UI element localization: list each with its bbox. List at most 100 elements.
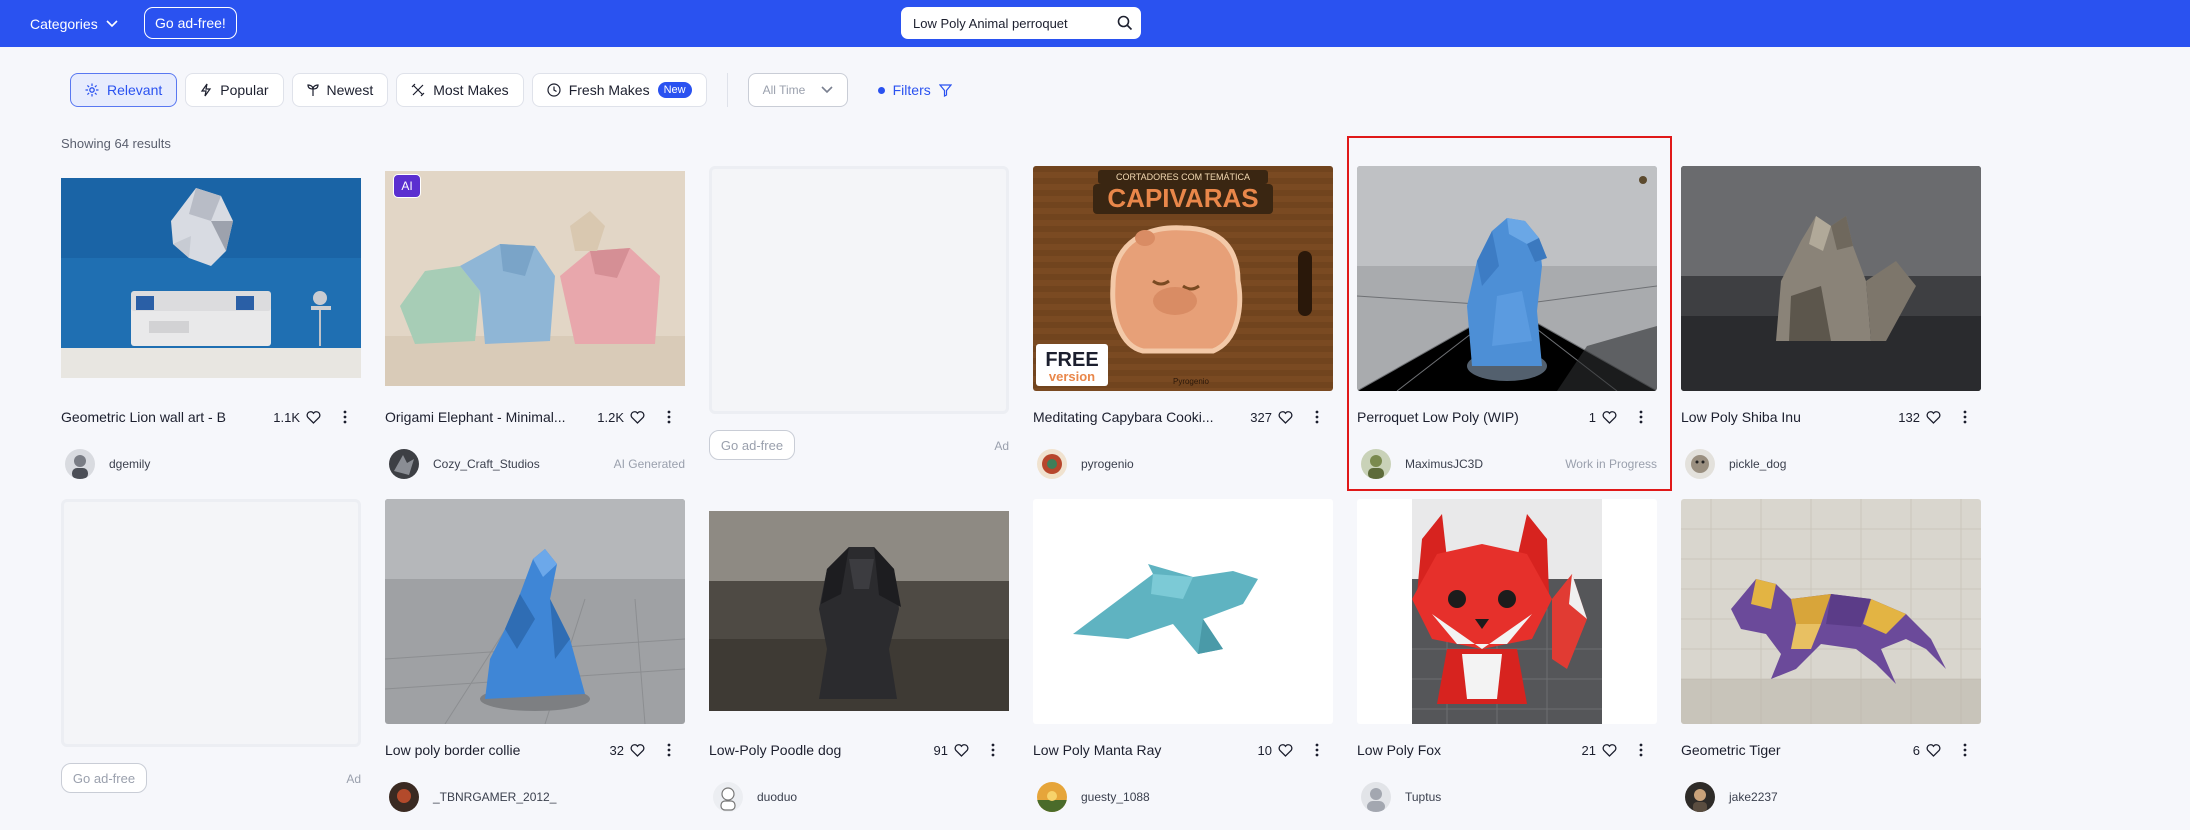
heart-icon[interactable] <box>1602 743 1617 757</box>
more-options-icon[interactable] <box>1963 410 1967 424</box>
tools-icon <box>411 83 425 97</box>
username[interactable]: _TBNRGAMER_2012_ <box>433 790 685 804</box>
card-title-row: Geometric Lion wall art - B 1.1K <box>61 408 361 426</box>
model-title[interactable]: Low-Poly Poodle dog <box>709 742 928 758</box>
categories-dropdown[interactable]: Categories <box>30 12 118 35</box>
tab-popular-label: Popular <box>220 82 269 98</box>
go-ad-free-label: Go ad-free <box>72 770 136 786</box>
more-options-icon[interactable] <box>1639 743 1643 757</box>
heart-icon[interactable] <box>954 743 969 757</box>
card-user-row: _TBNRGAMER_2012_ <box>389 781 685 813</box>
new-badge: New <box>657 82 692 98</box>
username[interactable]: guesty_1088 <box>1081 790 1333 804</box>
card-user-row: Tuptus <box>1361 781 1657 813</box>
filters-label: Filters <box>892 82 931 98</box>
more-options-icon[interactable] <box>343 410 347 424</box>
ai-badge: AI <box>393 174 421 198</box>
model-thumbnail[interactable] <box>1681 166 1981 391</box>
search-input[interactable] <box>913 15 1103 31</box>
go-ad-free-button[interactable]: Go ad-free <box>709 430 795 460</box>
heart-icon[interactable] <box>1926 743 1941 757</box>
card-user-row: duoduo <box>713 781 1009 813</box>
model-thumbnail[interactable] <box>1357 499 1657 724</box>
capybara-image-main-text: CAPIVARAS <box>1107 183 1258 213</box>
chevron-down-icon <box>821 86 833 94</box>
tab-newest[interactable]: Newest <box>291 73 389 107</box>
go-ad-free-button[interactable]: Go ad-free! <box>144 7 237 39</box>
avatar[interactable] <box>1361 782 1391 812</box>
more-options-icon[interactable] <box>1963 743 1967 757</box>
sprout-icon <box>306 84 319 96</box>
heart-icon[interactable] <box>1278 410 1293 424</box>
like-count: 91 <box>933 742 948 758</box>
avatar[interactable] <box>1037 449 1067 479</box>
more-options-icon[interactable] <box>667 743 671 757</box>
avatar[interactable] <box>389 449 419 479</box>
model-title[interactable]: Geometric Tiger <box>1681 742 1907 758</box>
username[interactable]: duoduo <box>757 790 1009 804</box>
username[interactable]: pickle_dog <box>1729 457 1981 471</box>
tab-relevant-label: Relevant <box>107 82 163 98</box>
filters-button[interactable]: Filters <box>877 82 952 98</box>
capybara-image-top-text: CORTADORES COM TEMÁTICA <box>1116 172 1250 182</box>
avatar[interactable] <box>1685 782 1715 812</box>
sparkle-icon <box>85 83 99 97</box>
heart-icon[interactable] <box>1278 743 1293 757</box>
tab-fresh-makes-label: Fresh Makes <box>568 82 650 98</box>
like-count: 32 <box>609 742 624 758</box>
card-title-row: Low-Poly Poodle dog 91 <box>709 741 1009 759</box>
model-title[interactable]: Geometric Lion wall art - B <box>61 409 267 425</box>
tab-popular[interactable]: Popular <box>185 73 284 107</box>
search-bar[interactable] <box>901 7 1141 39</box>
tab-most-makes[interactable]: Most Makes <box>396 73 524 107</box>
time-range-value: All Time <box>762 83 806 97</box>
model-thumbnail[interactable]: CORTADORES COM TEMÁTICA CAPIVARAS FREE v… <box>1033 166 1333 391</box>
like-count: 1.2K <box>597 409 624 425</box>
ai-generated-tag: AI Generated <box>613 457 685 471</box>
model-thumbnail[interactable]: AI <box>385 166 685 391</box>
time-range-select[interactable]: All Time <box>747 73 848 107</box>
like-count: 327 <box>1250 409 1272 425</box>
clock-icon <box>547 83 561 97</box>
username[interactable]: dgemily <box>109 457 361 471</box>
username[interactable]: Cozy_Craft_Studios <box>433 457 614 471</box>
model-title[interactable]: Origami Elephant - Minimal... <box>385 409 591 425</box>
card-user-row: pyrogenio <box>1037 448 1333 480</box>
more-options-icon[interactable] <box>1315 743 1319 757</box>
username[interactable]: pyrogenio <box>1081 457 1333 471</box>
card-title-row: Origami Elephant - Minimal... 1.2K <box>385 408 685 426</box>
more-options-icon[interactable] <box>991 743 995 757</box>
username[interactable]: jake2237 <box>1729 790 1981 804</box>
heart-icon[interactable] <box>630 410 645 424</box>
model-title[interactable]: Low poly border collie <box>385 742 604 758</box>
username[interactable]: Tuptus <box>1405 790 1657 804</box>
model-title[interactable]: Low Poly Fox <box>1357 742 1576 758</box>
more-options-icon[interactable] <box>1315 410 1319 424</box>
model-thumbnail[interactable] <box>61 166 361 391</box>
avatar[interactable] <box>1037 782 1067 812</box>
model-title[interactable]: Low Poly Manta Ray <box>1033 742 1252 758</box>
like-count: 132 <box>1898 409 1920 425</box>
model-thumbnail[interactable] <box>1681 499 1981 724</box>
search-icon[interactable] <box>1117 15 1133 31</box>
go-ad-free-button[interactable]: Go ad-free <box>61 763 147 793</box>
ad-placeholder <box>61 499 361 747</box>
card-user-row: dgemily <box>65 448 361 480</box>
tab-relevant[interactable]: Relevant <box>70 73 178 107</box>
heart-icon[interactable] <box>630 743 645 757</box>
avatar[interactable] <box>713 782 743 812</box>
model-title[interactable]: Meditating Capybara Cooki... <box>1033 409 1244 425</box>
model-thumbnail[interactable] <box>1033 499 1333 724</box>
model-title[interactable]: Low Poly Shiba Inu <box>1681 409 1892 425</box>
tab-fresh-makes[interactable]: Fresh Makes New <box>531 73 707 107</box>
avatar[interactable] <box>1685 449 1715 479</box>
heart-icon[interactable] <box>1926 410 1941 424</box>
model-thumbnail[interactable] <box>385 499 685 724</box>
more-options-icon[interactable] <box>667 410 671 424</box>
card-title-row: Low Poly Shiba Inu 132 <box>1681 408 1981 426</box>
funnel-icon <box>938 83 952 97</box>
heart-icon[interactable] <box>306 410 321 424</box>
model-thumbnail[interactable] <box>709 499 1009 724</box>
avatar[interactable] <box>389 782 419 812</box>
avatar[interactable] <box>65 449 95 479</box>
